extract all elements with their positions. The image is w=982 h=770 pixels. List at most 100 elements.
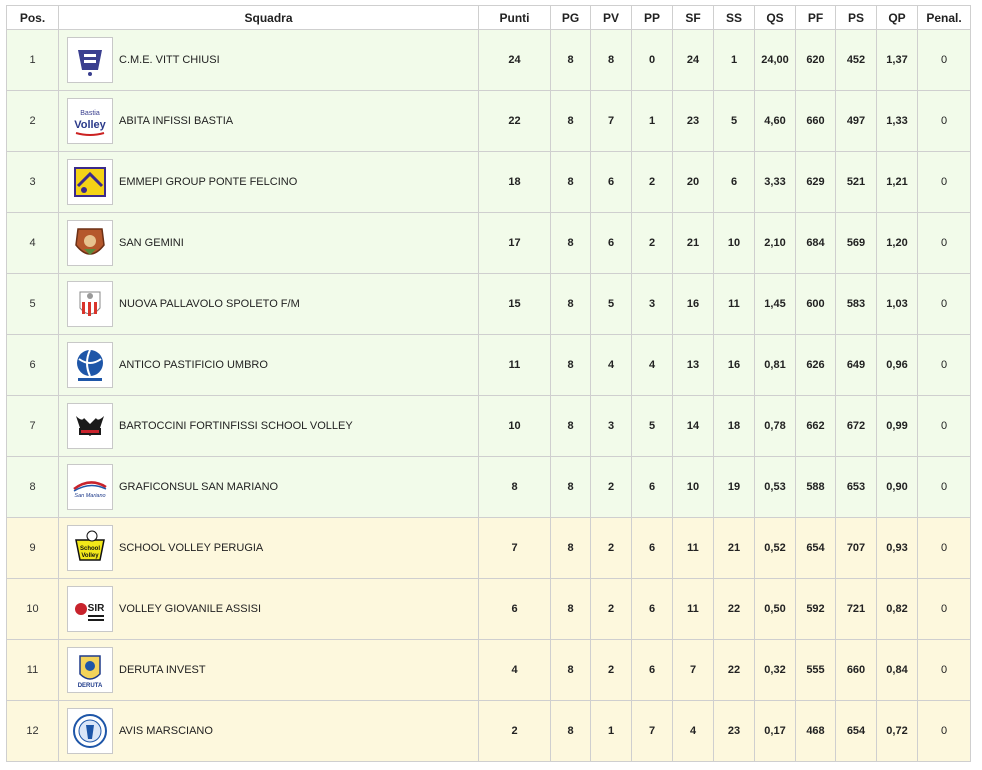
- table-row[interactable]: 6 ANTICO PASTIFICIO UMBRO 11 8 4 4 13 16…: [6, 334, 971, 396]
- san-mariano-logo[interactable]: San Mariano: [67, 464, 113, 510]
- table-row[interactable]: 12 AVIS MARSCIANO 2 8 1 7 4 23 0,17 468 …: [6, 700, 971, 762]
- penal-cell: 0: [917, 334, 971, 396]
- header-ss[interactable]: SS: [713, 5, 755, 30]
- pos-cell: 2: [6, 90, 59, 152]
- header-pv[interactable]: PV: [590, 5, 632, 30]
- header-qs[interactable]: QS: [754, 5, 796, 30]
- spoleto-logo[interactable]: [67, 281, 113, 327]
- team-name[interactable]: SAN GEMINI: [119, 237, 184, 249]
- pp-cell: 6: [631, 639, 673, 701]
- table-row[interactable]: 11 DERUTA DERUTA INVEST 4 8 2 6 7 22 0,3…: [6, 639, 971, 701]
- team-name[interactable]: ANTICO PASTIFICIO UMBRO: [119, 359, 268, 371]
- header-pos[interactable]: Pos.: [6, 5, 59, 30]
- qs-cell: 0,17: [754, 700, 796, 762]
- team-name[interactable]: EMMEPI GROUP PONTE FELCINO: [119, 176, 297, 188]
- qs-cell: 0,78: [754, 395, 796, 457]
- pv-cell: 6: [590, 151, 632, 213]
- volleyball-logo[interactable]: [67, 342, 113, 388]
- penal-cell: 0: [917, 517, 971, 579]
- header-ps[interactable]: PS: [835, 5, 877, 30]
- black-bulls-logo[interactable]: [67, 403, 113, 449]
- qp-cell: 0,72: [876, 700, 918, 762]
- table-row[interactable]: 10 SIR VOLLEY GIOVANILE ASSISI 6 8 2 6 1…: [6, 578, 971, 640]
- sf-cell: 11: [672, 517, 714, 579]
- standings-body: 1 C.M.E. VITT CHIUSI 24 8 8 0 24 1 24,00…: [6, 29, 971, 762]
- school-volley-logo[interactable]: School Volley: [67, 525, 113, 571]
- table-row[interactable]: 1 C.M.E. VITT CHIUSI 24 8 8 0 24 1 24,00…: [6, 29, 971, 91]
- pp-cell: 5: [631, 395, 673, 457]
- header-punti[interactable]: Punti: [478, 5, 551, 30]
- table-row[interactable]: 5 NUOVA PALLAVOLO SPOLETO F/M 15 8 5 3 1…: [6, 273, 971, 335]
- punti-cell: 24: [478, 29, 551, 91]
- header-pf[interactable]: PF: [795, 5, 836, 30]
- pv-cell: 2: [590, 456, 632, 518]
- team-cell: C.M.E. VITT CHIUSI: [58, 29, 479, 91]
- punti-cell: 10: [478, 395, 551, 457]
- san-gemini-logo[interactable]: [67, 220, 113, 266]
- team-cell: San Mariano GRAFICONSUL SAN MARIANO: [58, 456, 479, 518]
- pos-cell: 10: [6, 578, 59, 640]
- penal-cell: 0: [917, 456, 971, 518]
- pf-cell: 684: [795, 212, 836, 274]
- sf-cell: 14: [672, 395, 714, 457]
- pos-cell: 1: [6, 29, 59, 91]
- team-name[interactable]: SCHOOL VOLLEY PERUGIA: [119, 542, 263, 554]
- table-row[interactable]: 9 School Volley SCHOOL VOLLEY PERUGIA 7: [6, 517, 971, 579]
- sf-cell: 7: [672, 639, 714, 701]
- ps-cell: 672: [835, 395, 877, 457]
- team-name[interactable]: ABITA INFISSI BASTIA: [119, 115, 233, 127]
- header-sf[interactable]: SF: [672, 5, 714, 30]
- punti-cell: 6: [478, 578, 551, 640]
- bastia-volley-logo[interactable]: Bastia Volley: [67, 98, 113, 144]
- chiusi-logo[interactable]: [67, 37, 113, 83]
- avis-marsciano-logo[interactable]: [67, 708, 113, 754]
- ss-cell: 18: [713, 395, 755, 457]
- punti-cell: 17: [478, 212, 551, 274]
- table-row[interactable]: 2 Bastia Volley ABITA INFISSI BASTIA 22 …: [6, 90, 971, 152]
- team-cell: BARTOCCINI FORTINFISSI SCHOOL VOLLEY: [58, 395, 479, 457]
- pf-cell: 620: [795, 29, 836, 91]
- team-name[interactable]: AVIS MARSCIANO: [119, 725, 213, 737]
- header-squadra[interactable]: Squadra: [58, 5, 479, 30]
- qp-cell: 1,33: [876, 90, 918, 152]
- table-row[interactable]: 4 SAN GEMINI 17 8 6 2 21 10 2,10 684 569…: [6, 212, 971, 274]
- qs-cell: 0,81: [754, 334, 796, 396]
- pp-cell: 4: [631, 334, 673, 396]
- sir-safety-logo[interactable]: SIR: [67, 586, 113, 632]
- header-qp[interactable]: QP: [876, 5, 918, 30]
- table-row[interactable]: 8 San Mariano GRAFICONSUL SAN MARIANO 8 …: [6, 456, 971, 518]
- svg-text:DERUTA: DERUTA: [78, 683, 103, 689]
- team-cell: EMMEPI GROUP PONTE FELCINO: [58, 151, 479, 213]
- pos-cell: 9: [6, 517, 59, 579]
- ss-cell: 23: [713, 700, 755, 762]
- qs-cell: 2,10: [754, 212, 796, 274]
- team-name[interactable]: GRAFICONSUL SAN MARIANO: [119, 481, 278, 493]
- table-row[interactable]: 7 BARTOCCINI FORTINFISSI SCHOOL VOLLEY 1…: [6, 395, 971, 457]
- pos-cell: 11: [6, 639, 59, 701]
- team-name[interactable]: BARTOCCINI FORTINFISSI SCHOOL VOLLEY: [119, 420, 353, 432]
- ss-cell: 21: [713, 517, 755, 579]
- pg-cell: 8: [550, 29, 591, 91]
- team-cell: SIR VOLLEY GIOVANILE ASSISI: [58, 578, 479, 640]
- ponte-felcino-logo[interactable]: [67, 159, 113, 205]
- pv-cell: 3: [590, 395, 632, 457]
- pp-cell: 6: [631, 517, 673, 579]
- punti-cell: 8: [478, 456, 551, 518]
- team-name[interactable]: DERUTA INVEST: [119, 664, 206, 676]
- team-cell: AVIS MARSCIANO: [58, 700, 479, 762]
- team-name[interactable]: C.M.E. VITT CHIUSI: [119, 54, 220, 66]
- team-cell: Bastia Volley ABITA INFISSI BASTIA: [58, 90, 479, 152]
- sf-cell: 10: [672, 456, 714, 518]
- ss-cell: 16: [713, 334, 755, 396]
- table-row[interactable]: 3 EMMEPI GROUP PONTE FELCINO 18 8 6 2 20…: [6, 151, 971, 213]
- header-penal[interactable]: Penal.: [917, 5, 971, 30]
- header-pg[interactable]: PG: [550, 5, 591, 30]
- qs-cell: 1,45: [754, 273, 796, 335]
- team-name[interactable]: VOLLEY GIOVANILE ASSISI: [119, 603, 261, 615]
- deruta-logo[interactable]: DERUTA: [67, 647, 113, 693]
- punti-cell: 4: [478, 639, 551, 701]
- header-pp[interactable]: PP: [631, 5, 673, 30]
- team-name[interactable]: NUOVA PALLAVOLO SPOLETO F/M: [119, 298, 300, 310]
- punti-cell: 11: [478, 334, 551, 396]
- sf-cell: 11: [672, 578, 714, 640]
